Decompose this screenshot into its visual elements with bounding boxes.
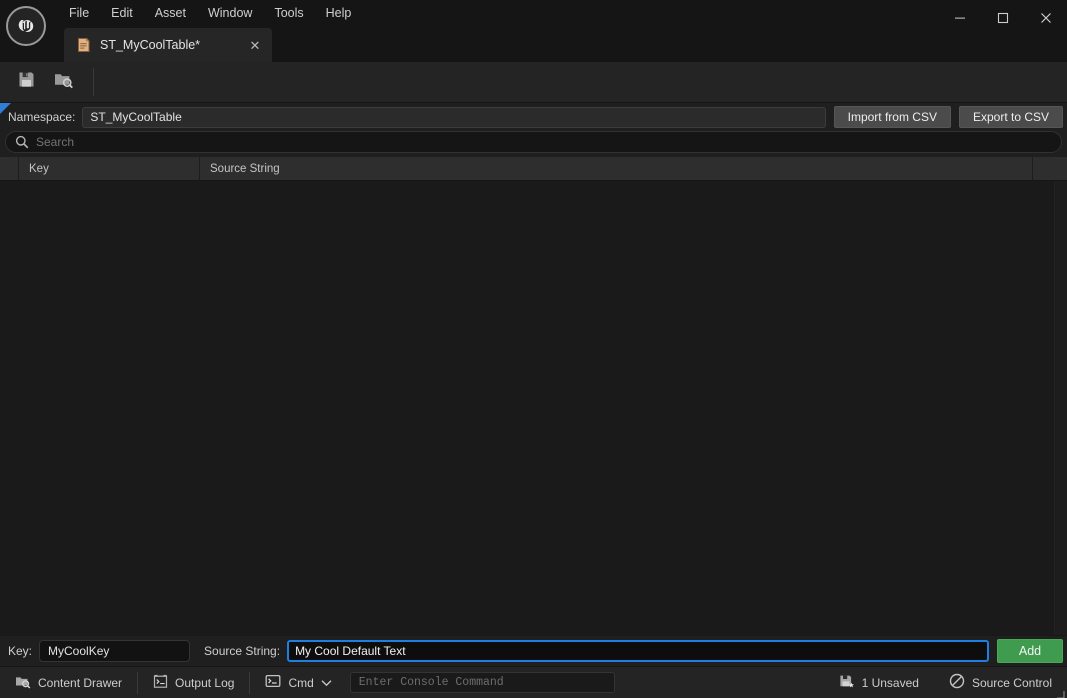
resize-grip-icon[interactable] xyxy=(1055,686,1065,696)
add-button[interactable]: Add xyxy=(997,639,1063,663)
namespace-row: Namespace: Import from CSV Export to CSV xyxy=(0,103,1067,131)
source-control-label: Source Control xyxy=(972,676,1052,690)
menu-item-file[interactable]: File xyxy=(58,0,100,26)
cmd-label: Cmd xyxy=(288,676,313,690)
chevron-down-icon[interactable] xyxy=(321,679,332,687)
string-table-asset-icon xyxy=(76,37,91,53)
panel-corner-marker xyxy=(0,103,11,114)
unsaved-assets-button[interactable]: 1 Unsaved xyxy=(824,667,934,698)
add-entry-row: Key: Source String: Add xyxy=(0,635,1067,666)
search-row xyxy=(0,131,1067,157)
content-drawer-label: Content Drawer xyxy=(38,676,122,690)
table-header-row: Key Source String xyxy=(0,157,1067,181)
table-header-grip[interactable] xyxy=(0,157,19,180)
unreal-string-table-editor-window: File Edit Asset Window Tools Help ST_My xyxy=(0,0,1067,698)
import-from-csv-button[interactable]: Import from CSV xyxy=(834,106,951,128)
status-bar: Content Drawer Output Log xyxy=(0,666,1067,698)
maximize-icon[interactable] xyxy=(981,0,1024,36)
source-control-button[interactable]: Source Control xyxy=(934,667,1067,698)
tab-label: ST_MyCoolTable* xyxy=(100,38,232,52)
tab-st-mycooltable[interactable]: ST_MyCoolTable* ✕ xyxy=(64,28,272,62)
table-rows-container[interactable] xyxy=(0,181,1054,635)
key-field-label: Key: xyxy=(8,644,32,658)
close-icon[interactable] xyxy=(1024,0,1067,36)
no-entry-circle-icon xyxy=(949,673,965,692)
save-star-icon xyxy=(839,674,855,692)
source-string-input[interactable] xyxy=(287,640,989,662)
asset-toolbar xyxy=(0,62,1067,103)
close-icon[interactable]: ✕ xyxy=(246,36,264,54)
folder-search-icon xyxy=(53,70,74,94)
unsaved-count-label: 1 Unsaved xyxy=(862,676,919,690)
drawer-search-icon xyxy=(15,674,31,692)
namespace-label: Namespace: xyxy=(8,110,75,124)
tab-strip: ST_MyCoolTable* ✕ xyxy=(64,26,272,62)
key-input[interactable] xyxy=(39,640,190,662)
output-log-icon xyxy=(153,674,168,692)
string-table-view: Key Source String xyxy=(0,157,1067,635)
terminal-prompt-icon xyxy=(265,674,281,691)
menu-item-edit[interactable]: Edit xyxy=(100,0,144,26)
save-asset-button[interactable] xyxy=(10,66,42,98)
search-icon xyxy=(15,135,29,149)
output-log-label: Output Log xyxy=(175,676,234,690)
window-controls xyxy=(938,0,1067,36)
menu-item-help[interactable]: Help xyxy=(315,0,363,26)
minimize-icon[interactable] xyxy=(938,0,981,36)
search-box[interactable] xyxy=(5,131,1062,153)
menu-item-tools[interactable]: Tools xyxy=(263,0,314,26)
export-to-csv-button[interactable]: Export to CSV xyxy=(959,106,1063,128)
content-drawer-button[interactable]: Content Drawer xyxy=(0,667,137,698)
console-command-input[interactable] xyxy=(350,672,615,693)
browse-asset-button[interactable] xyxy=(47,66,79,98)
menu-bar: File Edit Asset Window Tools Help xyxy=(58,0,362,26)
menu-item-window[interactable]: Window xyxy=(197,0,263,26)
namespace-input[interactable] xyxy=(82,107,825,128)
table-vertical-scrollbar[interactable] xyxy=(1054,181,1067,635)
search-input[interactable] xyxy=(36,135,1052,149)
table-body xyxy=(0,181,1067,635)
save-floppy-icon xyxy=(17,70,36,94)
toolbar-divider xyxy=(93,68,94,96)
menu-item-asset[interactable]: Asset xyxy=(144,0,197,26)
output-log-button[interactable]: Output Log xyxy=(138,667,249,698)
table-header-key[interactable]: Key xyxy=(19,157,200,180)
unreal-u-logo-icon[interactable] xyxy=(6,6,46,46)
table-header-source-string[interactable]: Source String xyxy=(200,157,1033,180)
table-header-end[interactable] xyxy=(1033,157,1067,180)
source-string-field-label: Source String: xyxy=(204,644,280,658)
title-bar: File Edit Asset Window Tools Help ST_My xyxy=(0,0,1067,62)
cmd-selector-button[interactable]: Cmd xyxy=(250,667,346,698)
